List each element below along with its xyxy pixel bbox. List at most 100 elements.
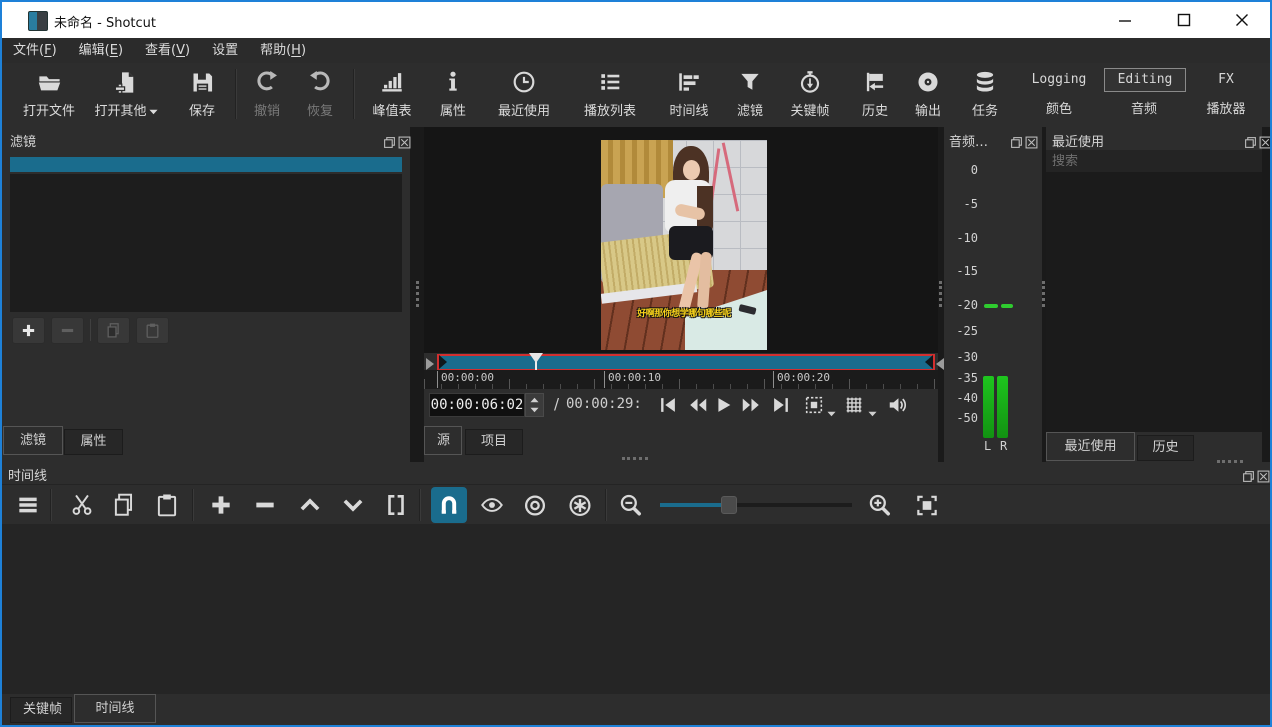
remove-filter-button[interactable] [51, 317, 84, 344]
recent-list[interactable] [1046, 172, 1262, 432]
tab-filters[interactable]: 滤镜 [3, 426, 63, 455]
paste-button[interactable] [154, 492, 180, 518]
chevron-down-icon [149, 109, 158, 115]
zoom-slider-track[interactable] [660, 503, 852, 507]
export-button[interactable]: 输出 [906, 65, 950, 123]
menu-edit[interactable]: 编辑(E) [68, 38, 134, 63]
tab-recent[interactable]: 最近使用 [1046, 432, 1135, 461]
layout-fx-button[interactable]: FX [1206, 69, 1246, 91]
jobs-button[interactable]: 任务 [963, 65, 1007, 123]
skip-end-button[interactable] [769, 393, 793, 417]
splitter-handle[interactable] [416, 281, 419, 307]
tab-source[interactable]: 源 [424, 426, 462, 455]
float-panel-icon[interactable] [383, 132, 396, 145]
scrub-while-dragging-button[interactable] [479, 492, 505, 518]
search-input[interactable] [1046, 150, 1262, 172]
zoom-slider-handle[interactable] [721, 496, 737, 514]
zoom-in-button[interactable] [867, 492, 893, 518]
tab-timeline[interactable]: 时间线 [74, 694, 156, 723]
menu-settings[interactable]: 设置 [201, 38, 249, 63]
maximize-button[interactable] [1161, 2, 1207, 38]
chevron-down-icon[interactable] [827, 403, 836, 422]
lift-button[interactable] [297, 492, 323, 518]
timeline-menu-button[interactable] [15, 492, 41, 518]
layout-audio-button[interactable]: 音频 [1114, 99, 1174, 121]
grid-button[interactable] [842, 393, 866, 417]
append-button[interactable] [208, 492, 234, 518]
menu-view[interactable]: 查看(V) [134, 38, 201, 63]
copy-button[interactable] [111, 492, 137, 518]
tab-history[interactable]: 历史 [1137, 435, 1194, 461]
current-timecode-field[interactable]: 00:00:06:02 [429, 393, 525, 417]
float-panel-icon[interactable] [1010, 132, 1023, 145]
layout-logging-button[interactable]: Logging [1023, 69, 1095, 91]
close-panel-icon[interactable] [1025, 132, 1038, 145]
minimize-button[interactable] [1102, 2, 1148, 38]
properties-button[interactable]: 属性 [428, 65, 478, 123]
close-panel-icon[interactable] [1257, 466, 1270, 479]
recent-button[interactable]: 最近使用 [488, 65, 560, 123]
cut-button[interactable] [69, 492, 95, 518]
float-panel-icon[interactable] [1244, 132, 1257, 145]
layout-editing-button[interactable]: Editing [1104, 68, 1186, 92]
open-other-button[interactable]: 打开其他 [82, 65, 170, 123]
close-panel-icon[interactable] [1259, 132, 1272, 145]
layout-player-button[interactable]: 播放器 [1188, 99, 1264, 121]
ripple-all-tracks-button[interactable] [567, 492, 593, 518]
play-button[interactable] [711, 393, 735, 417]
ripple-delete-button[interactable] [252, 492, 278, 518]
split-button[interactable] [383, 492, 409, 518]
tab-keyframes[interactable]: 关键帧 [10, 697, 72, 723]
splitter-handle[interactable] [1217, 460, 1243, 463]
redo-button[interactable]: 恢复 [293, 65, 347, 123]
splitter-handle[interactable] [1042, 281, 1045, 307]
paste-filters-button[interactable] [136, 317, 169, 344]
playhead-grip[interactable] [529, 353, 543, 370]
history-button[interactable]: 历史 [850, 65, 900, 123]
open-file-button[interactable]: 打开文件 [11, 65, 87, 123]
filters-button[interactable]: 滤镜 [725, 65, 775, 123]
layout-color-button[interactable]: 颜色 [1029, 99, 1089, 121]
float-panel-icon[interactable] [1242, 466, 1255, 479]
splitter-handle[interactable] [939, 281, 942, 307]
overwrite-button[interactable] [340, 492, 366, 518]
close-button[interactable] [1219, 2, 1265, 38]
floppy-icon [177, 69, 227, 99]
ripple-button[interactable] [522, 492, 548, 518]
stack-icon [963, 69, 1007, 99]
scrub-bar[interactable] [437, 354, 935, 371]
tab-project[interactable]: 项目 [465, 429, 523, 455]
rewind-button[interactable] [686, 393, 710, 417]
skip-start-button[interactable] [656, 393, 680, 417]
playlist-button[interactable]: 播放列表 [574, 65, 646, 123]
tab-properties[interactable]: 属性 [64, 429, 123, 455]
save-button[interactable]: 保存 [177, 65, 227, 123]
peak-meter-button[interactable]: 峰值表 [360, 65, 424, 123]
add-filter-button[interactable] [12, 317, 45, 344]
undo-button[interactable]: 撤销 [240, 65, 294, 123]
volume-button[interactable] [886, 393, 910, 417]
filter-selected-row[interactable] [10, 157, 402, 172]
splitter-handle[interactable] [622, 457, 648, 460]
timeline-button[interactable]: 时间线 [658, 65, 720, 123]
level-meter-right [997, 376, 1008, 438]
zoom-fit-button[interactable] [914, 492, 940, 518]
fast-forward-button[interactable] [739, 393, 763, 417]
filter-list[interactable] [10, 174, 402, 312]
chevron-down-icon[interactable] [868, 403, 877, 422]
snap-toggle-button[interactable] [431, 487, 467, 523]
zoom-out-button[interactable] [618, 492, 644, 518]
menu-file[interactable]: 文件(F) [2, 38, 68, 63]
keyframes-button[interactable]: 关键帧 [779, 65, 841, 123]
title-bar[interactable]: 未命名 - Shotcut [2, 2, 1270, 38]
time-ruler[interactable]: 00:00:00 00:00:10 00:00:20 [424, 370, 938, 389]
file-plus-icon [82, 69, 170, 99]
asterisk-icon [567, 492, 593, 519]
menu-help[interactable]: 帮助(H) [249, 38, 317, 63]
close-panel-icon[interactable] [398, 132, 411, 145]
copy-filters-button[interactable] [97, 317, 130, 344]
trim-out-marker[interactable] [930, 358, 944, 370]
in-out-button[interactable] [802, 393, 826, 417]
timeline-tracks-area[interactable] [2, 524, 1270, 694]
timecode-spinner[interactable] [525, 393, 544, 417]
